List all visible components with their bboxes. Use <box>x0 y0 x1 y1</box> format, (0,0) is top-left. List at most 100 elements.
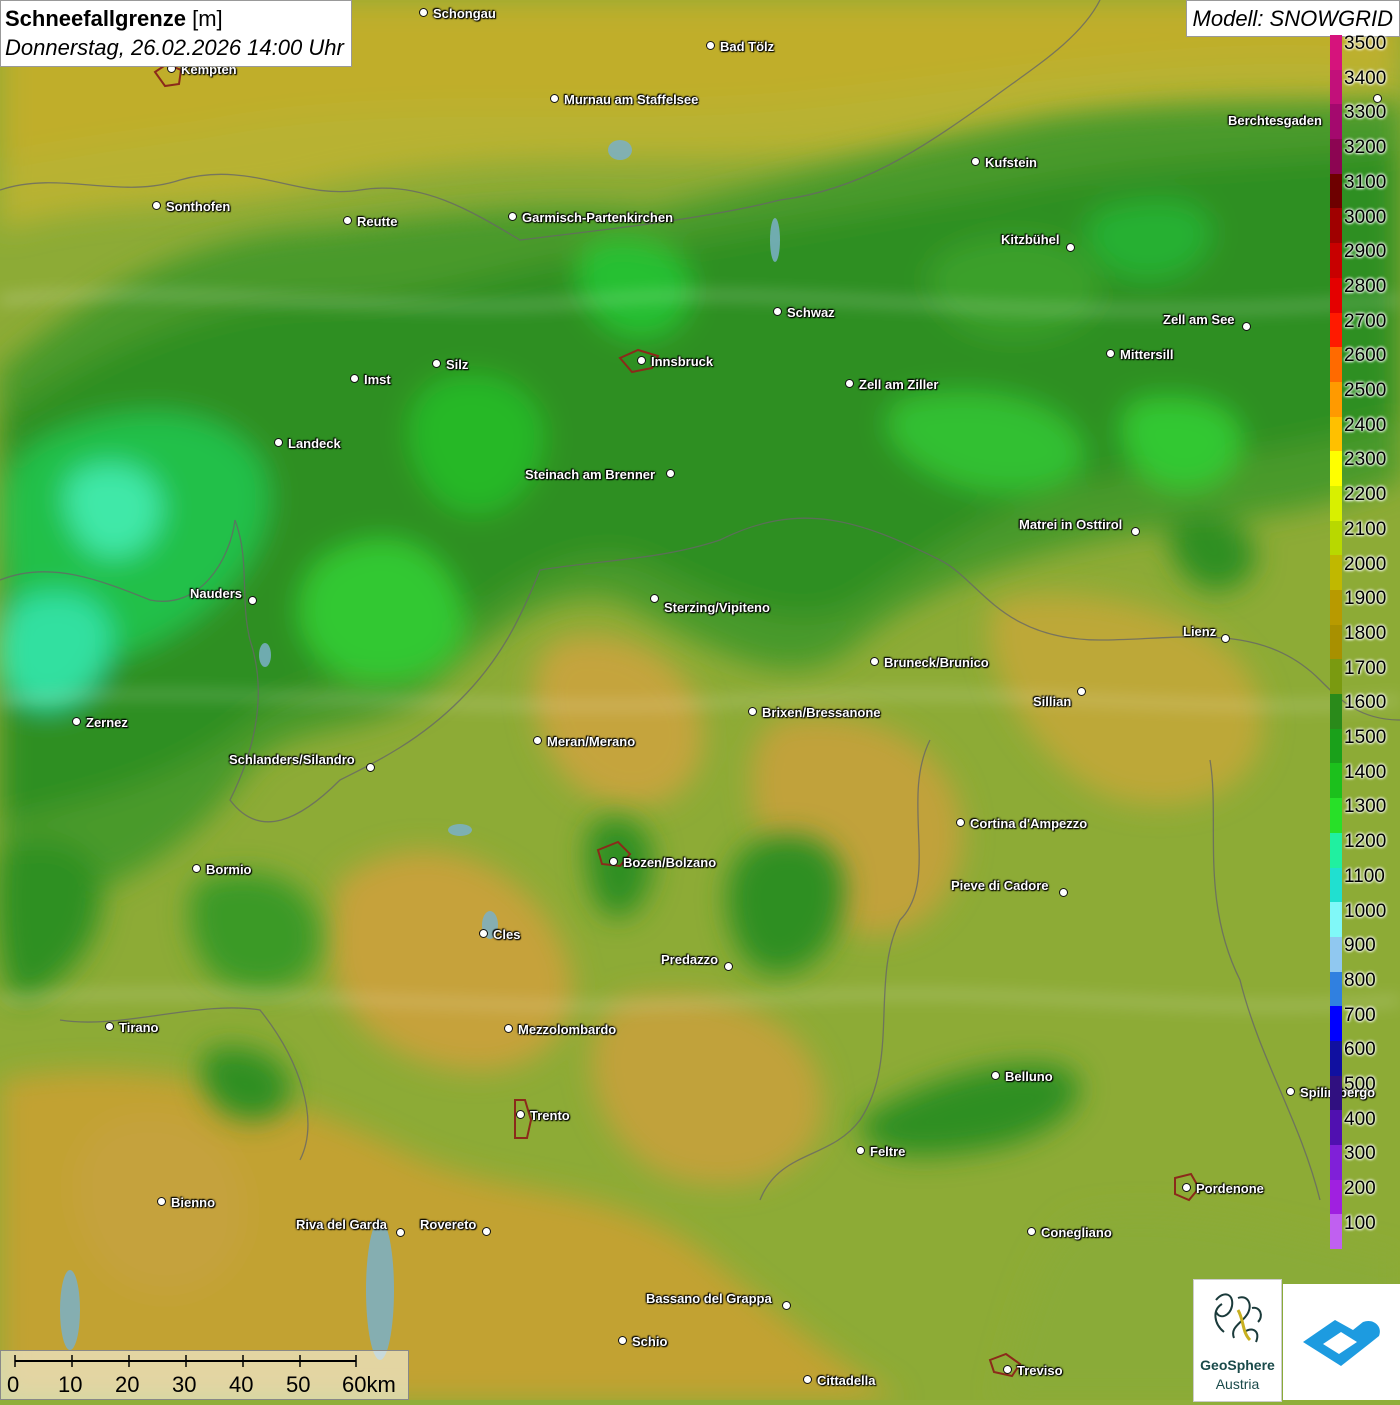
city-label: Rovereto <box>420 1217 477 1232</box>
legend-label: 2000 <box>1344 553 1387 575</box>
legend-label: 3300 <box>1344 102 1387 124</box>
city-label: Garmisch-Partenkirchen <box>522 210 674 225</box>
scale-label: 40 <box>229 1372 254 1397</box>
legend-swatch <box>1330 139 1342 174</box>
legend-swatch <box>1330 728 1342 764</box>
city-marker <box>1106 349 1115 358</box>
legend-swatch <box>1330 1040 1342 1076</box>
city-label: Treviso <box>1017 1363 1063 1378</box>
legend-label: 600 <box>1344 1039 1376 1061</box>
city-label: Kitzbühel <box>1001 232 1060 247</box>
city-label: Schlanders/Silandro <box>229 752 355 767</box>
city-label: Silz <box>446 357 469 372</box>
city-marker <box>1242 322 1251 331</box>
legend-label: 1000 <box>1344 900 1387 922</box>
legend-swatch <box>1330 763 1342 799</box>
city-label: Predazzo <box>661 952 719 967</box>
city-marker <box>274 438 283 447</box>
legend-label: 1100 <box>1344 865 1385 887</box>
city-label: Mezzolombardo <box>518 1022 617 1037</box>
legend-label: 2900 <box>1344 241 1387 263</box>
city-label: Landeck <box>288 436 341 451</box>
legend-swatch <box>1330 485 1342 521</box>
legend-label: 2400 <box>1344 414 1387 436</box>
city-label: Meran/Merano <box>547 734 636 749</box>
city-marker <box>1221 634 1230 643</box>
city-label: Cortina d'Ampezzo <box>970 816 1088 831</box>
city-label: Belluno <box>1005 1069 1053 1084</box>
city-marker <box>706 41 715 50</box>
legend-label: 3400 <box>1344 67 1387 89</box>
city-label: Bormio <box>206 862 252 877</box>
legend-swatch <box>1330 1145 1342 1180</box>
legend-swatch <box>1330 624 1342 660</box>
city-marker <box>482 1227 491 1236</box>
legend-swatch <box>1330 694 1342 729</box>
city-marker <box>248 596 257 605</box>
city-label: Feltre <box>870 1144 906 1159</box>
geosphere-name-line1: GeoSphere <box>1200 1357 1275 1373</box>
scale-label: 50 <box>286 1372 311 1397</box>
legend-swatch <box>1330 798 1342 833</box>
color-legend <box>1330 35 1342 1250</box>
legend-swatch <box>1330 104 1342 140</box>
city-label: Schongau <box>433 6 496 21</box>
city-marker <box>748 707 757 716</box>
city-marker <box>1131 527 1140 536</box>
legend-label: 1800 <box>1344 622 1387 644</box>
city-marker <box>366 763 375 772</box>
legend-swatch <box>1330 69 1342 105</box>
legend-swatch <box>1330 347 1342 382</box>
map-title-box: Schneefallgrenze [m] Donnerstag, 26.02.2… <box>0 0 352 67</box>
legend-label: 500 <box>1344 1074 1376 1095</box>
legend-label: 2300 <box>1344 449 1387 471</box>
legend-label: 2500 <box>1344 380 1387 401</box>
legend-swatch <box>1330 902 1342 937</box>
city-label: Cittadella <box>817 1373 876 1388</box>
map-title-unit: [m] <box>192 6 223 31</box>
legend-swatch <box>1330 277 1342 313</box>
model-label: Modell: SNOWGRID <box>1185 0 1400 37</box>
scale-label: 0 <box>7 1372 20 1397</box>
city-label: Bienno <box>171 1195 216 1210</box>
geosphere-name-line2: Austria <box>1215 1376 1260 1392</box>
city-label: Kufstein <box>985 155 1037 170</box>
map-title: Schneefallgrenze [m] <box>5 4 344 33</box>
city-label: Mittersill <box>1120 347 1174 362</box>
city-marker <box>504 1024 513 1033</box>
legend-swatch <box>1330 832 1342 868</box>
city-label: Sterzing/Vipiteno <box>664 600 770 615</box>
geosphere-logo[interactable]: GeoSphere Austria <box>1193 1279 1282 1402</box>
city-marker <box>516 1110 525 1119</box>
city-marker <box>72 717 81 726</box>
city-marker <box>350 374 359 383</box>
city-label: Bozen/Bolzano <box>623 855 717 870</box>
legend-swatch <box>1330 416 1342 452</box>
legend-label: 2100 <box>1344 518 1387 540</box>
weather-app-logo[interactable] <box>1283 1284 1400 1400</box>
city-marker <box>637 356 646 365</box>
city-marker <box>845 379 854 388</box>
legend-label: 3500 <box>1344 33 1387 54</box>
city-label: Sonthofen <box>166 199 231 214</box>
legend-label: 800 <box>1344 969 1376 991</box>
city-marker <box>991 1071 1000 1080</box>
legend-swatch <box>1330 312 1342 348</box>
geosphere-emblem-icon <box>1214 1293 1262 1343</box>
legend-swatch <box>1330 1075 1342 1111</box>
legend-label: 1200 <box>1344 831 1387 853</box>
legend-swatch <box>1330 208 1342 244</box>
legend-swatch <box>1330 659 1342 695</box>
legend-label: 400 <box>1344 1108 1376 1130</box>
legend-label: 2800 <box>1344 275 1387 297</box>
city-label: Pordenone <box>1196 1181 1264 1196</box>
city-marker <box>479 929 488 938</box>
city-label: Trento <box>530 1108 570 1123</box>
city-marker <box>666 469 675 478</box>
city-label: Cles <box>493 927 521 942</box>
city-marker <box>773 307 782 316</box>
legend-label: 1600 <box>1344 692 1387 714</box>
legend-label: 2700 <box>1344 310 1387 332</box>
city-label: Riva del Garda <box>296 1217 388 1232</box>
city-label: Reutte <box>357 214 398 229</box>
